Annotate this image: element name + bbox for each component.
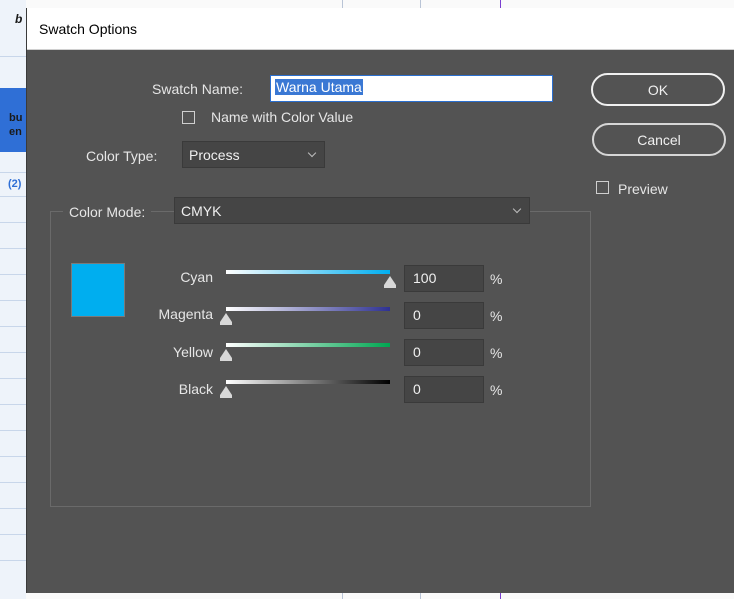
slider-thumb[interactable] [220,313,232,325]
color-type-value: Process [189,146,240,163]
slider-label: Magenta [158,306,213,322]
slider-thumb[interactable] [384,276,396,288]
preview-checkbox[interactable] [596,181,609,194]
color-mode-value: CMYK [181,202,222,219]
slider-thumb[interactable] [220,349,232,361]
color-type-label: Color Type: [86,148,158,164]
slider-track[interactable] [226,270,390,274]
color-type-dropdown[interactable]: Process [182,141,325,168]
swatch-color-preview [71,263,125,317]
chevron-down-icon [307,148,317,157]
slider-label: Yellow [173,344,213,360]
swatch-name-input[interactable]: Warna Utama [270,75,553,102]
percent-symbol: % [490,345,503,361]
percent-symbol: % [490,308,503,324]
background-fragment: (2) [8,178,22,190]
swatch-options-dialog: Swatch Options Swatch Name: Warna Utama … [26,8,734,593]
background-fragment: en [9,126,22,138]
color-mode-label: Color Mode: [63,204,152,220]
chevron-down-icon [512,204,522,213]
preview-label: Preview [618,181,668,197]
background-fragment: bu [9,112,23,124]
background-fragment: b [15,12,23,26]
color-mode-dropdown[interactable]: CMYK [174,197,530,224]
slider-value-field[interactable]: 0 [404,302,484,329]
name-with-color-value-checkbox[interactable] [182,111,195,124]
swatch-name-value: Warna Utama [275,79,363,95]
slider-track[interactable] [226,307,390,311]
ok-button[interactable]: OK [591,73,725,106]
slider-label: Black [178,381,213,397]
swatch-name-label: Swatch Name: [152,81,244,97]
dialog-title: Swatch Options [39,20,138,37]
dialog-titlebar[interactable]: Swatch Options [27,8,734,50]
name-with-color-value-label: Name with Color Value [211,109,354,125]
slider-track[interactable] [226,343,390,347]
cancel-button[interactable]: Cancel [592,123,726,156]
slider-value-field[interactable]: 100 [404,265,484,292]
slider-label: Cyan [180,269,213,285]
slider-value-field[interactable]: 0 [404,376,484,403]
slider-track[interactable] [226,380,390,384]
slider-value-field[interactable]: 0 [404,339,484,366]
percent-symbol: % [490,382,503,398]
percent-symbol: % [490,271,503,287]
slider-thumb[interactable] [220,386,232,398]
